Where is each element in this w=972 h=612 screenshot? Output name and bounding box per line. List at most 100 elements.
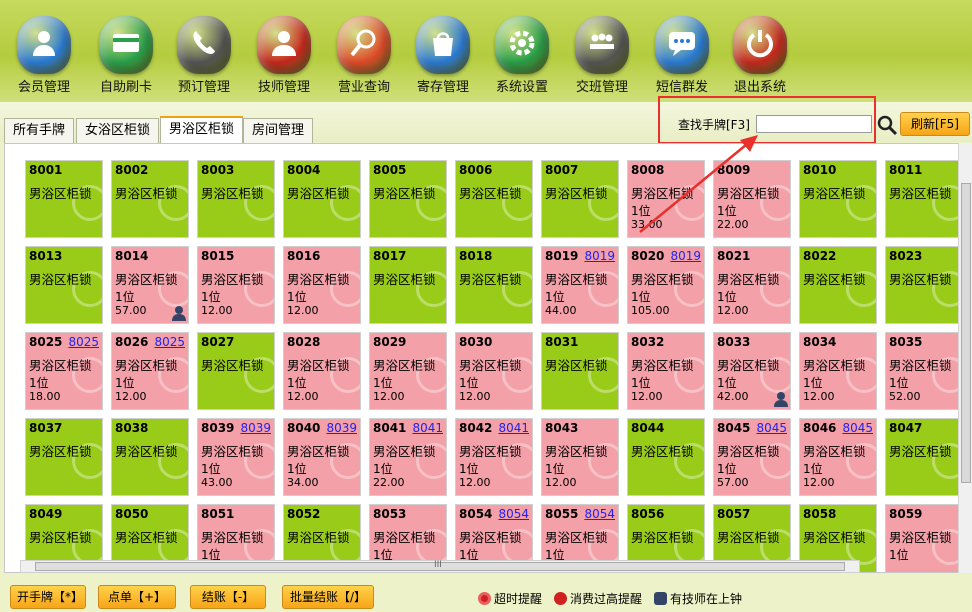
locker-card-8023[interactable]: 8023 男浴区柜锁 [885, 246, 963, 324]
order-button[interactable]: 点单【+】 [98, 585, 176, 609]
seat-count: 1位 [287, 290, 307, 304]
linked-tag-link[interactable]: 8019 [584, 249, 615, 263]
horizontal-scrollbar[interactable]: III [20, 560, 860, 573]
tab-room-management[interactable]: 房间管理 [243, 118, 314, 143]
locker-card-8016[interactable]: 8016 男浴区柜锁 1位 12.00 [283, 246, 361, 324]
locker-card-8001[interactable]: 8001 男浴区柜锁 [25, 160, 103, 238]
locker-card-8044[interactable]: 8044 男浴区柜锁 [627, 418, 705, 496]
toolbar-button-card[interactable]: 自助刷卡 [84, 12, 162, 96]
locker-card-8030[interactable]: 8030 男浴区柜锁 1位 12.00 [455, 332, 533, 410]
locker-card-8022[interactable]: 8022 男浴区柜锁 [799, 246, 877, 324]
locker-type: 男浴区柜锁 [803, 444, 866, 459]
linked-tag-link[interactable]: 8039 [240, 421, 271, 435]
locker-card-8008[interactable]: 8008 男浴区柜锁 1位 33.00 [627, 160, 705, 238]
linked-tag-link[interactable]: 8019 [670, 249, 701, 263]
locker-card-8059[interactable]: 8059 男浴区柜锁 1位 [885, 504, 963, 572]
toolbar-button-technician[interactable]: 技师管理 [242, 12, 320, 96]
locker-card-8026[interactable]: 8026 8025 男浴区柜锁 1位 12.00 [111, 332, 189, 410]
locker-card-8015[interactable]: 8015 男浴区柜锁 1位 12.00 [197, 246, 275, 324]
locker-card-8028[interactable]: 8028 男浴区柜锁 1位 12.00 [283, 332, 361, 410]
linked-tag-link[interactable]: 8045 [842, 421, 873, 435]
locker-card-8018[interactable]: 8018 男浴区柜锁 [455, 246, 533, 324]
locker-card-8020[interactable]: 8020 8019 男浴区柜锁 1位 105.00 [627, 246, 705, 324]
seat-count: 1位 [373, 376, 393, 390]
tab-men-lockers[interactable]: 男浴区柜锁 [160, 116, 244, 143]
locker-card-8033[interactable]: 8033 男浴区柜锁 1位 42.00 [713, 332, 791, 410]
linked-tag-link[interactable]: 8041 [412, 421, 443, 435]
locker-type: 男浴区柜锁 [201, 444, 264, 459]
locker-card-8027[interactable]: 8027 男浴区柜锁 [197, 332, 275, 410]
locker-type: 男浴区柜锁 [803, 186, 866, 201]
locker-card-8046[interactable]: 8046 8045 男浴区柜锁 1位 12.00 [799, 418, 877, 496]
toolbar-label: 自助刷卡 [99, 80, 152, 95]
locker-card-8017[interactable]: 8017 男浴区柜锁 [369, 246, 447, 324]
linked-tag-link[interactable]: 8025 [154, 335, 185, 349]
locker-card-8035[interactable]: 8035 男浴区柜锁 1位 52.00 [885, 332, 963, 410]
locker-card-8021[interactable]: 8021 男浴区柜锁 1位 12.00 [713, 246, 791, 324]
locker-card-8034[interactable]: 8034 男浴区柜锁 1位 12.00 [799, 332, 877, 410]
locker-card-8038[interactable]: 8038 男浴区柜锁 [111, 418, 189, 496]
locker-number: 8055 [545, 507, 579, 521]
locker-card-8011[interactable]: 8011 男浴区柜锁 [885, 160, 963, 238]
locker-card-8041[interactable]: 8041 8041 男浴区柜锁 1位 22.00 [369, 418, 447, 496]
locker-card-8032[interactable]: 8032 男浴区柜锁 1位 12.00 [627, 332, 705, 410]
toolbar-button-member[interactable]: 会员管理 [2, 12, 80, 96]
locker-card-8005[interactable]: 8005 男浴区柜锁 [369, 160, 447, 238]
locker-card-8042[interactable]: 8042 8041 男浴区柜锁 1位 12.00 [455, 418, 533, 496]
locker-number: 8006 [459, 163, 493, 177]
locker-card-8004[interactable]: 8004 男浴区柜锁 [283, 160, 361, 238]
locker-number: 8031 [545, 335, 579, 349]
toolbar-button-meeting[interactable]: 交班管理 [560, 12, 638, 96]
locker-number: 8004 [287, 163, 321, 177]
toolbar-button-bag[interactable]: 寄存管理 [401, 12, 479, 96]
locker-card-8014[interactable]: 8014 男浴区柜锁 1位 57.00 [111, 246, 189, 324]
locker-grid: 8001 男浴区柜锁 8002 男浴区柜锁 8003 男浴区柜锁 8004 男浴区柜锁 8005… [4, 143, 972, 573]
toolbar-button-power[interactable]: 退出系统 [718, 12, 796, 96]
linked-tag-link[interactable]: 8039 [326, 421, 357, 435]
locker-card-8045[interactable]: 8045 8045 男浴区柜锁 1位 57.00 [713, 418, 791, 496]
linked-tag-link[interactable]: 8045 [756, 421, 787, 435]
locker-card-8007[interactable]: 8007 男浴区柜锁 [541, 160, 619, 238]
amount: 42.00 [717, 390, 749, 403]
toolbar-button-gear[interactable]: 系统设置 [480, 12, 558, 96]
technician-icon [257, 16, 311, 74]
open-tag-button[interactable]: 开手牌【*】 [10, 585, 86, 609]
refresh-button[interactable]: 刷新[F5] [900, 112, 970, 136]
linked-tag-link[interactable]: 8025 [68, 335, 99, 349]
locker-card-8006[interactable]: 8006 男浴区柜锁 [455, 160, 533, 238]
locker-card-8037[interactable]: 8037 男浴区柜锁 [25, 418, 103, 496]
linked-tag-link[interactable]: 8054 [498, 507, 529, 521]
vertical-scrollbar[interactable] [958, 143, 972, 573]
locker-type: 男浴区柜锁 [201, 272, 264, 287]
locker-card-8002[interactable]: 8002 男浴区柜锁 [111, 160, 189, 238]
locker-card-8039[interactable]: 8039 8039 男浴区柜锁 1位 43.00 [197, 418, 275, 496]
locker-card-8031[interactable]: 8031 男浴区柜锁 [541, 332, 619, 410]
locker-card-8019[interactable]: 8019 8019 男浴区柜锁 1位 44.00 [541, 246, 619, 324]
locker-type: 男浴区柜锁 [717, 358, 780, 373]
search-icon[interactable] [876, 114, 898, 136]
locker-card-8040[interactable]: 8040 8039 男浴区柜锁 1位 34.00 [283, 418, 361, 496]
locker-card-8029[interactable]: 8029 男浴区柜锁 1位 12.00 [369, 332, 447, 410]
locker-card-8043[interactable]: 8043 男浴区柜锁 1位 12.00 [541, 418, 619, 496]
toolbar-button-sms[interactable]: 短信群发 [640, 12, 718, 96]
locker-card-8025[interactable]: 8025 8025 男浴区柜锁 1位 18.00 [25, 332, 103, 410]
linked-tag-link[interactable]: 8041 [498, 421, 529, 435]
toolbar-button-search[interactable]: 营业查询 [322, 12, 400, 96]
linked-tag-link[interactable]: 8054 [584, 507, 615, 521]
locker-card-8003[interactable]: 8003 男浴区柜锁 [197, 160, 275, 238]
locker-card-8010[interactable]: 8010 男浴区柜锁 [799, 160, 877, 238]
locker-number: 8013 [29, 249, 63, 263]
tab-all-tags[interactable]: 所有手牌 [4, 118, 75, 143]
search-input[interactable] [756, 115, 872, 133]
locker-card-8047[interactable]: 8047 男浴区柜锁 [885, 418, 963, 496]
seat-count: 1位 [287, 376, 307, 390]
seat-count: 1位 [459, 462, 479, 476]
seat-count: 1位 [545, 290, 565, 304]
toolbar-button-phone[interactable]: 预订管理 [162, 12, 240, 96]
locker-type: 男浴区柜锁 [803, 530, 866, 545]
locker-card-8009[interactable]: 8009 男浴区柜锁 1位 22.00 [713, 160, 791, 238]
locker-card-8013[interactable]: 8013 男浴区柜锁 [25, 246, 103, 324]
tab-women-lockers[interactable]: 女浴区柜锁 [76, 118, 160, 143]
checkout-button[interactable]: 结账【-】 [190, 585, 266, 609]
batch-checkout-button[interactable]: 批量结账【/】 [282, 585, 374, 609]
